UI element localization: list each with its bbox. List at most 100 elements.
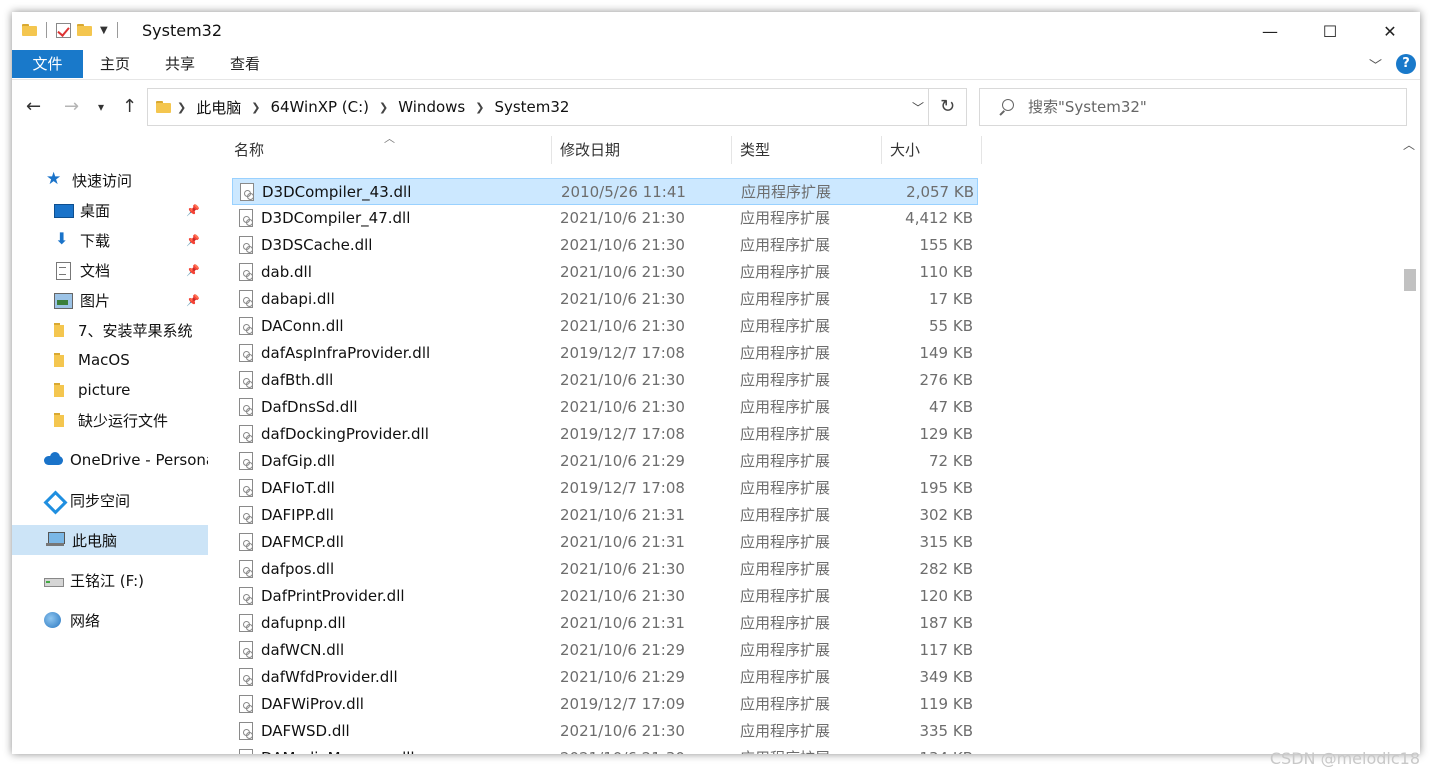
new-folder-icon[interactable] [77,24,92,36]
column-header-type[interactable]: 类型 [732,136,882,164]
file-row[interactable]: D3DCompiler_43.dll 2010/5/26 11:41 应用程序扩展 2… [232,178,978,205]
sidebar-item-downloads[interactable]: 下载 📌 [12,225,208,255]
customize-toolbar-chevron-icon[interactable]: ▼ [100,25,108,36]
column-header-size[interactable]: 大小 [882,136,982,164]
address-bar[interactable]: ❯ 此电脑 ❯ 64WinXP (C:) ❯ Windows ❯ System3… [147,88,967,126]
column-header-name[interactable]: 名称 [226,136,552,164]
search-input[interactable] [1028,98,1388,116]
file-row[interactable]: dab.dll 2021/10/6 21:30 应用程序扩展 110 KB [232,259,978,286]
sidebar-item-macos[interactable]: MacOS [12,345,208,375]
sidebar-item-picture[interactable]: picture [12,375,208,405]
file-type: 应用程序扩展 [740,290,831,308]
file-row[interactable]: DAConn.dll 2021/10/6 21:30 应用程序扩展 55 KB [232,313,978,340]
vertical-scrollbar[interactable]: ︿ [1400,134,1420,754]
column-header-date[interactable]: 修改日期 [552,136,732,164]
up-arrow-icon[interactable]: ↑ [122,96,137,117]
file-row[interactable]: dafDockingProvider.dll 2019/12/7 17:08 应用程… [232,421,978,448]
sidebar-item-drive-f[interactable]: 王铭江 (F:) [12,565,208,595]
sidebar-item-pictures[interactable]: 图片 📌 [12,285,208,315]
file-row[interactable]: DafPrintProvider.dll 2021/10/6 21:30 应用程序扩… [232,583,978,610]
file-row[interactable]: DAFWiProv.dll 2019/12/7 17:09 应用程序扩展 119 KB [232,691,978,718]
file-row[interactable]: DAMediaManager.dll 2021/10/6 21:30 应用程序扩展 1… [232,745,978,754]
file-row[interactable]: dafAspInfraProvider.dll 2019/12/7 17:08 应用… [232,340,978,367]
pin-icon[interactable]: 📌 [186,204,200,217]
scroll-up-icon[interactable]: ︿ [1403,136,1415,153]
back-arrow-icon[interactable]: ← [26,96,41,117]
tab-home[interactable]: 主页 [83,50,147,78]
file-row[interactable]: DAFWSD.dll 2021/10/6 21:30 应用程序扩展 335 KB [232,718,978,745]
recent-locations-chevron-icon[interactable]: ▾ [98,100,104,114]
close-button[interactable]: ✕ [1360,12,1420,50]
pictures-icon [54,292,73,309]
file-row[interactable]: dafWCN.dll 2021/10/6 21:29 应用程序扩展 117 KB [232,637,978,664]
file-name: D3DCompiler_43.dll [262,183,412,201]
file-size: 2,057 KB [906,183,974,201]
address-dropdown-icon[interactable]: ﹀ [912,99,924,116]
file-type: 应用程序扩展 [740,745,830,754]
file-size: 187 KB [919,614,973,632]
file-row[interactable]: dafWfdProvider.dll 2021/10/6 21:29 应用程序扩展 3… [232,664,978,691]
close-icon: ✕ [1383,21,1397,41]
file-row[interactable]: DAFIoT.dll 2019/12/7 17:08 应用程序扩展 195 KB [232,475,978,502]
help-icon[interactable]: ? [1396,54,1416,74]
tab-view[interactable]: 查看 [213,50,277,78]
expand-ribbon-icon[interactable]: ﹀ [1369,55,1382,74]
refresh-icon[interactable]: ↻ [928,89,966,125]
sidebar-item-label: 桌面 [80,201,111,220]
file-row[interactable]: DAFMCP.dll 2021/10/6 21:31 应用程序扩展 315 KB [232,529,978,556]
sidebar-item-label: 下载 [80,231,111,250]
sidebar-item-desktop[interactable]: 桌面 📌 [12,195,208,225]
file-date: 2021/10/6 21:30 [560,317,685,335]
file-type: 应用程序扩展 [740,452,831,470]
tab-share[interactable]: 共享 [147,50,213,78]
sidebar-item-missing-runtime[interactable]: 缺少运行文件 [12,405,208,435]
file-row[interactable]: D3DCompiler_47.dll 2021/10/6 21:30 应用程序扩展 4… [232,205,978,232]
file-row[interactable]: DAFIPP.dll 2021/10/6 21:31 应用程序扩展 302 KB [232,502,978,529]
file-row[interactable]: dabapi.dll 2021/10/6 21:30 应用程序扩展 17 KB [232,286,978,313]
dll-file-icon [240,183,254,201]
file-date: 2021/10/6 21:30 [560,398,685,416]
sidebar-item-sync-space[interactable]: 同步空间 [12,485,208,515]
properties-icon[interactable] [56,22,71,38]
sidebar-item-install-mac[interactable]: 7、安装苹果系统 [12,315,208,345]
file-size: 349 KB [919,668,973,686]
pin-icon[interactable]: 📌 [186,234,200,247]
sidebar-item-quick-access[interactable]: 快速访问 [12,165,208,195]
star-icon [46,169,64,189]
breadcrumb-system32[interactable]: System32 [490,98,573,116]
file-row[interactable]: DafDnsSd.dll 2021/10/6 21:30 应用程序扩展 47 KB [232,394,978,421]
chevron-right-icon[interactable]: ❯ [171,101,192,114]
sidebar-item-this-pc[interactable]: 此电脑 [12,525,208,555]
minimize-button[interactable]: — [1240,12,1300,50]
file-size: 155 KB [919,236,973,254]
breadcrumb-this-pc[interactable]: 此电脑 [192,97,245,118]
forward-arrow-icon[interactable]: → [64,96,79,117]
pin-icon[interactable]: 📌 [186,264,200,277]
toolbar-divider [46,22,47,38]
file-size: 134 KB [882,745,973,754]
file-type: 应用程序扩展 [740,560,831,578]
file-type: 应用程序扩展 [741,183,832,201]
chevron-right-icon[interactable]: ❯ [373,101,394,114]
pin-icon[interactable]: 📌 [186,294,200,307]
sidebar-item-network[interactable]: 网络 [12,605,208,635]
sidebar-item-label: 图片 [80,291,111,310]
explorer-window: ▼ System32 — ☐ ✕ 文件 主页 共享 查看 ﹀ ? ← → ▾ ↑… [12,12,1420,754]
sidebar-item-onedrive[interactable]: OneDrive - Persona [12,445,208,475]
chevron-right-icon[interactable]: ❯ [245,101,266,114]
search-box[interactable] [979,88,1407,126]
sidebar-item-documents[interactable]: 文档 📌 [12,255,208,285]
tab-file[interactable]: 文件 [12,50,83,78]
file-row[interactable]: D3DSCache.dll 2021/10/6 21:30 应用程序扩展 155 KB [232,232,978,259]
scrollbar-thumb[interactable] [1404,269,1416,291]
breadcrumb-drive-c[interactable]: 64WinXP (C:) [266,98,373,116]
maximize-button[interactable]: ☐ [1300,12,1360,50]
file-row[interactable]: dafupnp.dll 2021/10/6 21:31 应用程序扩展 187 KB [232,610,978,637]
file-row[interactable]: DafGip.dll 2021/10/6 21:29 应用程序扩展 72 KB [232,448,978,475]
chevron-right-icon[interactable]: ❯ [469,101,490,114]
document-icon [54,262,72,280]
file-row[interactable]: dafpos.dll 2021/10/6 21:30 应用程序扩展 282 KB [232,556,978,583]
breadcrumb-windows[interactable]: Windows [394,98,469,116]
file-row[interactable]: dafBth.dll 2021/10/6 21:30 应用程序扩展 276 KB [232,367,978,394]
file-type: 应用程序扩展 [740,722,831,740]
